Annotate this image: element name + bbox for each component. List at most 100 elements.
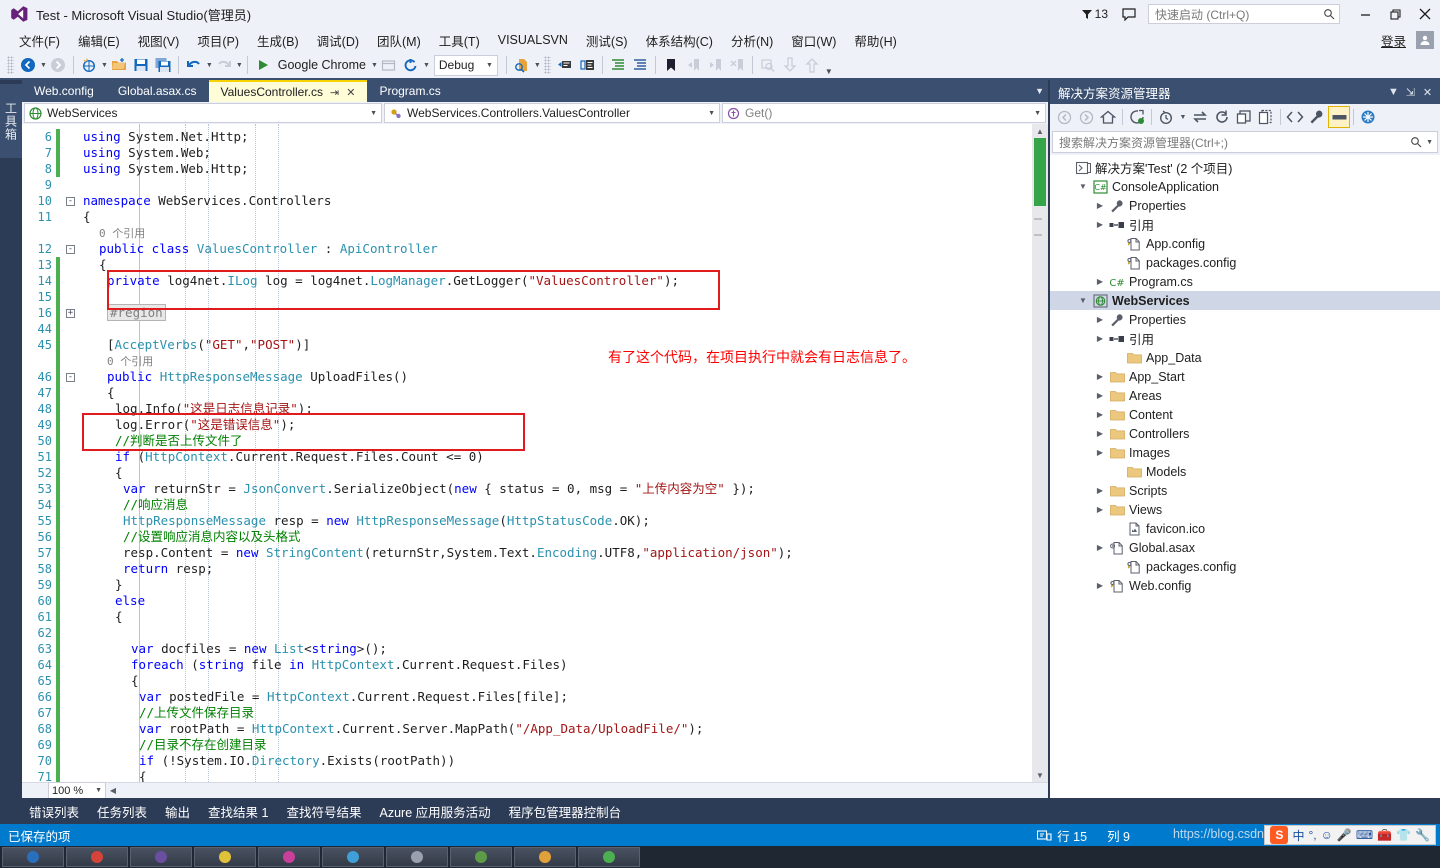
code-line[interactable]: 50 //判断是否上传文件了: [22, 433, 1032, 449]
code-text[interactable]: return resp;: [77, 561, 1032, 577]
chevron-right-icon[interactable]: ▶: [1092, 201, 1108, 210]
tree-item[interactable]: ▶ Properties: [1050, 310, 1440, 329]
code-text[interactable]: using System.Net.Http;: [77, 129, 1032, 145]
tree-item[interactable]: ▶ Properties: [1050, 196, 1440, 215]
tree-item[interactable]: ▶ Web.config: [1050, 576, 1440, 595]
toolbar-grip[interactable]: [7, 56, 14, 74]
start-debug-dropdown-icon[interactable]: ▼: [371, 62, 378, 69]
taskbar-item-6[interactable]: [386, 847, 448, 867]
expand-region-icon[interactable]: +: [64, 308, 77, 318]
bottom-tab-package-manager-console[interactable]: 程序包管理器控制台: [500, 798, 631, 824]
feedback-icon[interactable]: [1122, 7, 1136, 21]
start-button[interactable]: [2, 847, 64, 867]
code-line[interactable]: 49 log.Error("这是错误信息");: [22, 417, 1032, 433]
show-all-files-icon[interactable]: [1255, 106, 1277, 128]
code-text[interactable]: foreach (string file in HttpContext.Curr…: [77, 657, 1032, 673]
uncomment-icon[interactable]: [576, 54, 598, 76]
chevron-right-icon[interactable]: ▶: [1092, 486, 1108, 495]
code-lens-reference-count[interactable]: 0 个引用: [107, 355, 153, 368]
code-line[interactable]: 51 if (HttpContext.Current.Request.Files.…: [22, 449, 1032, 465]
toolbox-tab[interactable]: 工具箱: [0, 84, 22, 158]
ime-emoji-icon[interactable]: ☺: [1321, 828, 1333, 842]
horizontal-scrollbar-track[interactable]: [120, 783, 1048, 798]
navigate-back-icon[interactable]: [17, 54, 39, 76]
code-line[interactable]: 12- public class ValuesController : ApiCo…: [22, 241, 1032, 257]
code-text[interactable]: {: [77, 465, 1032, 481]
code-line[interactable]: 46- public HttpResponseMessage UploadFile…: [22, 369, 1032, 385]
menu-team[interactable]: 团队(M): [368, 28, 430, 53]
scrollbar-thumb[interactable]: [1034, 138, 1046, 206]
properties-icon[interactable]: [1306, 106, 1328, 128]
code-text[interactable]: {: [77, 609, 1032, 625]
code-line[interactable]: 7 using System.Web;: [22, 145, 1032, 161]
code-text[interactable]: {: [77, 257, 1032, 273]
chevron-right-icon[interactable]: ▶: [1092, 429, 1108, 438]
pending-changes-icon[interactable]: [1126, 106, 1148, 128]
ime-toolbar[interactable]: S 中 °, ☺ 🎤 ⌨ 🧰 👕 🔧: [1264, 825, 1436, 845]
tree-item[interactable]: ▶ 引用: [1050, 329, 1440, 348]
taskbar-item-7[interactable]: [450, 847, 512, 867]
code-line[interactable]: 67 //上传文件保存目录: [22, 705, 1032, 721]
code-line[interactable]: 47 {: [22, 385, 1032, 401]
code-line[interactable]: 48 log.Info("这是日志信息记录");: [22, 401, 1032, 417]
document-tab-web-config[interactable]: Web.config: [22, 80, 106, 102]
menu-visualsvn[interactable]: VISUALSVN: [489, 30, 577, 50]
solution-explorer-search-input[interactable]: 搜索解决方案资源管理器(Ctrl+;) ▼: [1052, 131, 1438, 153]
bottom-tab-task-list[interactable]: 任务列表: [88, 798, 156, 824]
chevron-right-icon[interactable]: ▶: [1092, 505, 1108, 514]
chevron-right-icon[interactable]: ▶: [1092, 410, 1108, 419]
taskbar-item-5[interactable]: [322, 847, 384, 867]
account-icon[interactable]: [1416, 31, 1434, 49]
scroll-left-icon[interactable]: ◀: [106, 786, 120, 795]
bottom-tab-output[interactable]: 输出: [156, 798, 199, 824]
code-text[interactable]: namespace WebServices.Controllers: [77, 193, 1032, 209]
code-text[interactable]: log.Error("这是错误信息");: [77, 417, 1032, 433]
bottom-tab-azure-app-service-activity[interactable]: Azure 应用服务活动: [371, 798, 500, 824]
navbar-type-select[interactable]: WebServices.Controllers.ValuesController…: [384, 103, 720, 123]
chevron-down-icon[interactable]: ▼: [1426, 139, 1433, 146]
code-line[interactable]: 54 //响应消息: [22, 497, 1032, 513]
code-text[interactable]: //上传文件保存目录: [77, 705, 1032, 721]
code-text[interactable]: var docfiles = new List<string>();: [77, 641, 1032, 657]
code-text[interactable]: {: [77, 673, 1032, 689]
zoom-level-select[interactable]: 100 % ▼: [48, 781, 106, 800]
tree-item[interactable]: ▶ Content: [1050, 405, 1440, 424]
history-icon[interactable]: [1155, 106, 1177, 128]
solution-configuration-select[interactable]: Debug ▼: [433, 54, 498, 76]
code-editor[interactable]: 6 using System.Net.Http; 7 using System.Web…: [22, 124, 1048, 782]
code-line[interactable]: 52 {: [22, 465, 1032, 481]
start-debug-target[interactable]: Google Chrome: [274, 58, 370, 72]
code-text[interactable]: public HttpResponseMessage UploadFiles(): [77, 369, 1032, 385]
code-line[interactable]: 70 if (!System.IO.Directory.Exists(rootPa…: [22, 753, 1032, 769]
menu-window[interactable]: 窗口(W): [782, 28, 845, 53]
find-dropdown-icon[interactable]: ▼: [534, 62, 541, 69]
tree-item[interactable]: ▶ Images: [1050, 443, 1440, 462]
ime-voice-icon[interactable]: 🎤: [1337, 828, 1352, 842]
code-line[interactable]: 68 var rootPath = HttpContext.Current.Ser…: [22, 721, 1032, 737]
chevron-right-icon[interactable]: ▶: [1092, 315, 1108, 324]
code-line[interactable]: 15: [22, 289, 1032, 305]
code-text[interactable]: #region: [77, 304, 1032, 321]
chevron-right-icon[interactable]: ▶: [1092, 277, 1108, 286]
menu-architecture[interactable]: 体系结构(C): [637, 28, 722, 53]
tree-item[interactable]: ▶ Views: [1050, 500, 1440, 519]
code-line[interactable]: 60 else: [22, 593, 1032, 609]
tree-item[interactable]: ▶ Controllers: [1050, 424, 1440, 443]
solution-tree[interactable]: 解决方案'Test' (2 个项目) ▼ C# ConsoleApplication ▶…: [1050, 155, 1440, 798]
code-lens-reference-count[interactable]: 0 个引用: [99, 227, 145, 240]
code-text[interactable]: var postedFile = HttpContext.Current.Req…: [77, 689, 1032, 705]
bottom-tab-find-symbol-results[interactable]: 查找符号结果: [277, 798, 370, 824]
menu-file[interactable]: 文件(F): [10, 28, 69, 53]
code-text[interactable]: var returnStr = JsonConvert.SerializeObj…: [77, 481, 1032, 497]
undo-icon[interactable]: [183, 54, 205, 76]
open-file-icon[interactable]: [108, 54, 130, 76]
navbar-member-select[interactable]: Get() ▼: [722, 103, 1046, 123]
tree-item[interactable]: App_Data: [1050, 348, 1440, 367]
menu-debug[interactable]: 调试(D): [308, 28, 368, 53]
code-line[interactable]: 6 using System.Net.Http;: [22, 129, 1032, 145]
menu-tools[interactable]: 工具(T): [430, 28, 489, 53]
chevron-down-icon[interactable]: ▼: [1385, 86, 1402, 98]
code-text[interactable]: public class ValuesController : ApiContr…: [77, 241, 1032, 257]
tree-item-selected[interactable]: ▼ WebServices: [1050, 291, 1440, 310]
code-text[interactable]: using System.Web.Http;: [77, 161, 1032, 177]
